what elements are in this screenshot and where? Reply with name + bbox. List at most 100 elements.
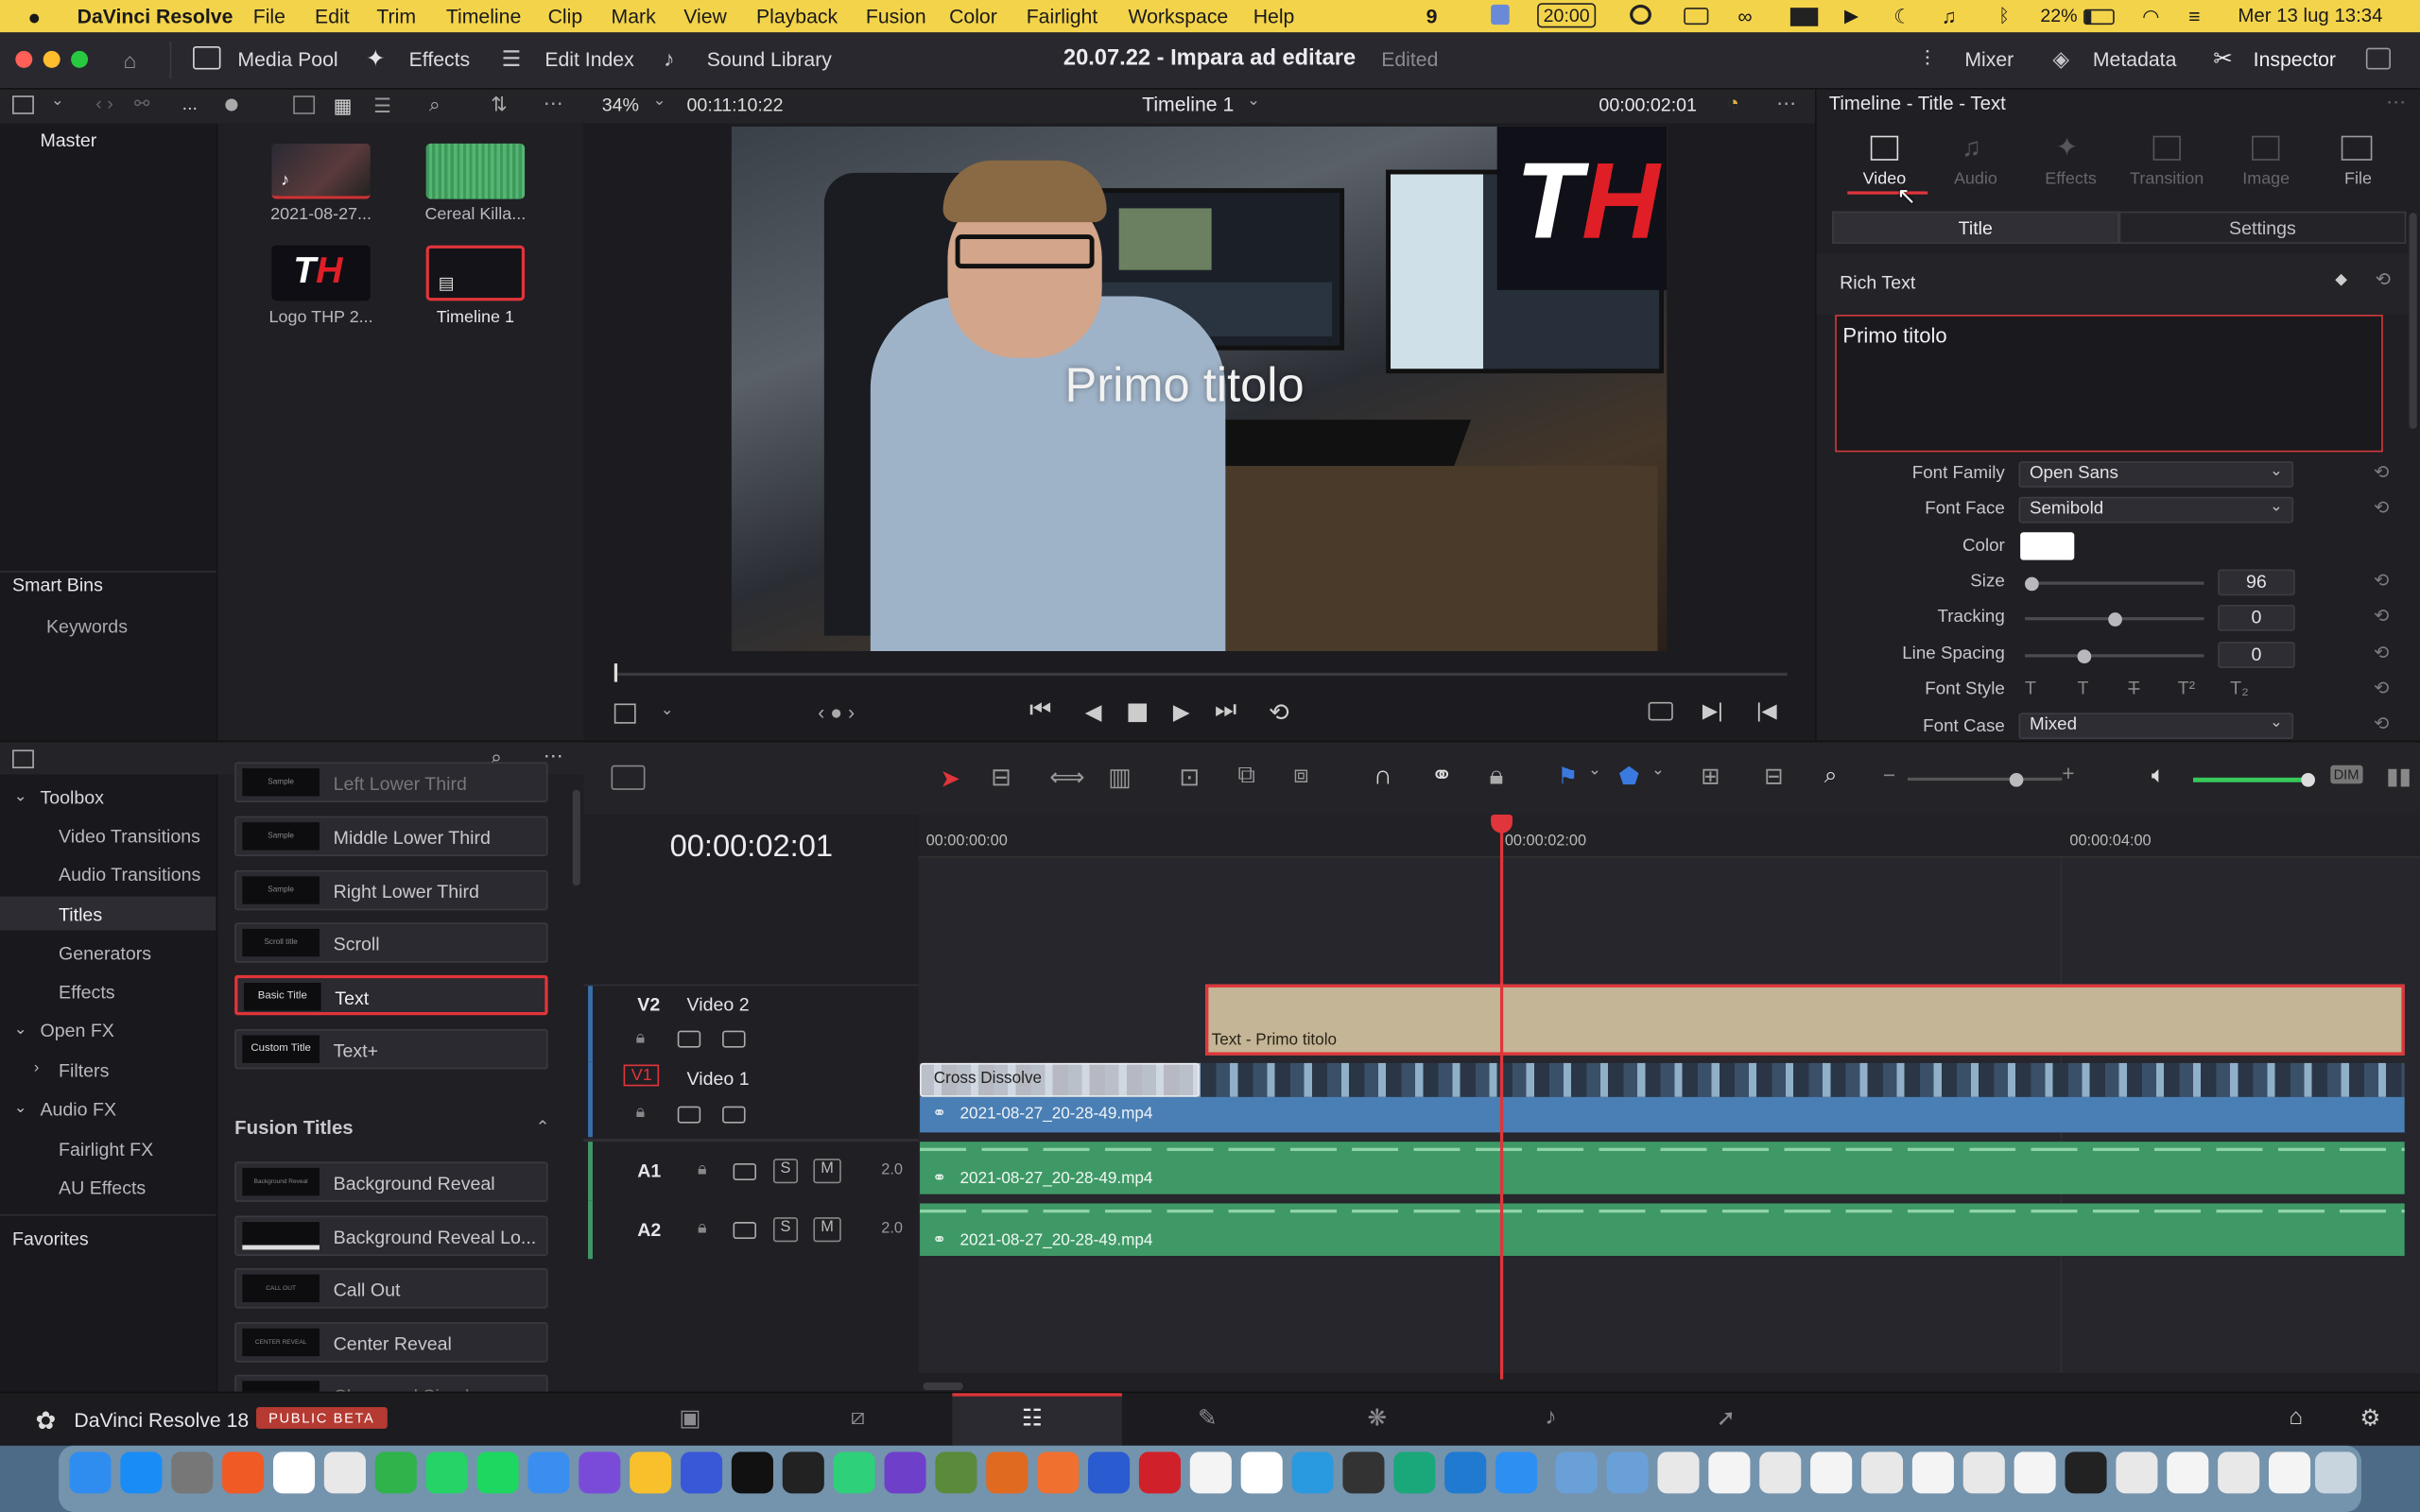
notion-dock-icon[interactable] <box>1240 1452 1283 1494</box>
title-clip[interactable]: Text - Primo titolo <box>1205 984 2405 1056</box>
launchpad-dock-icon[interactable] <box>323 1452 366 1494</box>
sidebar-toggle-icon[interactable] <box>12 749 34 769</box>
chevron-down-icon[interactable]: ⌄ <box>661 702 674 719</box>
control-center-icon[interactable]: ≡ <box>2188 5 2200 27</box>
downloads-dock-icon[interactable] <box>1555 1452 1598 1494</box>
line-spacing-slider[interactable] <box>2025 649 2204 664</box>
more-options[interactable]: ... <box>182 93 198 114</box>
jog-control[interactable]: ‹ ● › <box>818 700 855 723</box>
auto-select-icon[interactable] <box>677 1106 701 1124</box>
edit-index-icon[interactable]: ☰ <box>502 46 522 73</box>
recent-file-dock-icon[interactable] <box>1657 1452 1700 1494</box>
chevron-down-icon[interactable]: ⌄ <box>653 93 666 110</box>
zoom-in-icon[interactable]: + <box>2062 761 2074 785</box>
options-icon[interactable]: ⋯ <box>1776 91 1796 115</box>
edit-index-button[interactable]: Edit Index <box>544 48 633 71</box>
nav-back-icon[interactable]: ‹ › <box>95 93 112 114</box>
link-icon[interactable]: ⚯ <box>134 93 149 114</box>
metadata-button[interactable]: Metadata <box>2093 48 2176 71</box>
home-icon[interactable]: ⌂ <box>2289 1404 2303 1431</box>
font-face-dropdown[interactable]: Semibold ⌄ <box>2018 496 2294 524</box>
size-slider[interactable] <box>2025 576 2204 592</box>
mail-dock-icon[interactable] <box>527 1452 570 1494</box>
media-pool-icon[interactable] <box>193 45 221 70</box>
play-icon[interactable]: ▶ <box>1173 699 1190 726</box>
go-to-start-icon[interactable]: ⏮ <box>1029 697 1052 725</box>
menu-playback[interactable]: Playback <box>756 5 838 27</box>
inspector-button[interactable]: Inspector <box>2254 48 2336 71</box>
thumbnail-view-icon[interactable]: ▦ <box>334 94 353 119</box>
title-overlay[interactable]: Primo titolo <box>1065 358 1305 414</box>
recent-file-dock-icon[interactable] <box>2269 1452 2311 1494</box>
image-tab-icon[interactable] <box>2252 135 2280 161</box>
dock-app-icon[interactable] <box>681 1452 723 1494</box>
tracking-input[interactable]: 0 <box>2218 605 2295 631</box>
replace-clip-icon[interactable]: ⧈ <box>1293 763 1309 790</box>
chevron-up-icon[interactable]: ⌃ <box>536 1117 550 1138</box>
position-lock-icon[interactable]: 🔒︎ <box>1490 761 1504 792</box>
audio-clip-a2[interactable]: ⚭ 2021-08-27_20-28-49.mp4 <box>920 1203 2405 1256</box>
track-id-v1[interactable]: V1 <box>623 1064 660 1087</box>
settings-gear-icon[interactable]: ⚙ <box>2360 1404 2380 1432</box>
timeline-playhead[interactable] <box>1499 815 1504 1380</box>
lock-icon[interactable]: 🔒︎ <box>698 1160 707 1180</box>
sort-icon[interactable]: ⇅ <box>491 93 508 117</box>
video-tab-icon[interactable] <box>1870 135 1899 161</box>
file-tab-icon[interactable] <box>2341 135 2373 161</box>
lock-icon[interactable]: 🔒︎ <box>636 1029 646 1049</box>
recent-file-dock-icon[interactable] <box>2014 1452 2056 1494</box>
sidebar-toggle-icon[interactable] <box>12 95 34 114</box>
display-icon[interactable] <box>1684 8 1709 26</box>
media-page-icon[interactable]: ▣ <box>679 1404 700 1432</box>
tab-image[interactable]: Image <box>2242 170 2290 189</box>
dock-app-icon[interactable] <box>935 1452 977 1494</box>
dynamic-trim-icon[interactable]: ⟺ <box>1049 763 1084 794</box>
menu-help[interactable]: Help <box>1253 5 1295 27</box>
font-family-dropdown[interactable]: Open Sans ⌄ <box>2018 461 2294 488</box>
effects-button[interactable]: Effects <box>409 48 471 71</box>
volume-slider[interactable] <box>2193 772 2315 787</box>
applications-dock-icon[interactable] <box>1606 1452 1649 1494</box>
menu-mark[interactable]: Mark <box>612 5 656 27</box>
metadata-view-icon[interactable] <box>293 95 316 114</box>
slider-knob[interactable] <box>2025 576 2039 592</box>
tab-effects[interactable]: Effects <box>2045 170 2097 189</box>
tree-filters[interactable]: Filters <box>59 1060 109 1082</box>
inspector-icon[interactable]: ✂ <box>2213 44 2233 73</box>
timeline-selector[interactable]: Timeline 1 <box>1142 93 1234 115</box>
search-icon[interactable]: ⌕ <box>429 93 441 117</box>
volume-icon[interactable]: 🔈︎ <box>2152 763 2166 789</box>
options-icon[interactable]: ⋯ <box>544 91 563 115</box>
smart-bin-keywords[interactable]: Keywords <box>46 615 128 637</box>
effects-scrollbar[interactable] <box>572 789 580 886</box>
recent-file-dock-icon[interactable] <box>1810 1452 1853 1494</box>
keyframe-diamond-icon[interactable]: ◆ <box>2335 271 2347 288</box>
effect-center-reveal[interactable]: CENTER REVEAL Center Reveal <box>234 1322 548 1363</box>
effects-tab-icon[interactable]: ✦ <box>2056 132 2078 163</box>
go-to-end-icon[interactable]: ⏭ <box>1215 697 1237 725</box>
audio-tab-icon[interactable]: ♫ <box>1962 132 1981 163</box>
calendar-dock-icon[interactable] <box>272 1452 316 1494</box>
minimize-window-button[interactable] <box>43 50 60 68</box>
tab-audio[interactable]: Audio <box>1954 170 1997 189</box>
recent-file-dock-icon[interactable] <box>1860 1452 1904 1494</box>
loop-icon[interactable]: ⟲ <box>1269 697 1289 729</box>
brave-dock-icon[interactable] <box>222 1452 265 1494</box>
workspace-layout-icon[interactable]: ⌂ <box>124 48 137 73</box>
dock-app-icon[interactable] <box>1037 1452 1080 1494</box>
rich-text-editor[interactable]: Primo titolo <box>1835 315 2383 453</box>
auto-select-icon[interactable] <box>677 1030 701 1048</box>
menu-color[interactable]: Color <box>949 5 997 27</box>
reminders-dock-icon[interactable] <box>1189 1452 1232 1494</box>
podcasts-dock-icon[interactable] <box>579 1452 621 1494</box>
strikethrough-style-icon[interactable]: T <box>2128 678 2139 699</box>
snapping-icon[interactable]: ∩ <box>1374 761 1392 792</box>
zoom-detail-icon[interactable]: ⊟ <box>1764 763 1784 790</box>
glasses-icon[interactable]: ∞ <box>1737 5 1752 27</box>
keyboard-icon[interactable] <box>1789 8 1819 26</box>
thumb-size-slider[interactable] <box>225 98 238 112</box>
menu-workspace[interactable]: Workspace <box>1128 5 1228 27</box>
trash-dock-icon[interactable] <box>2314 1452 2358 1494</box>
mixer-icon[interactable]: ⫶ <box>1925 46 1930 73</box>
color-swatch[interactable] <box>2020 532 2075 560</box>
